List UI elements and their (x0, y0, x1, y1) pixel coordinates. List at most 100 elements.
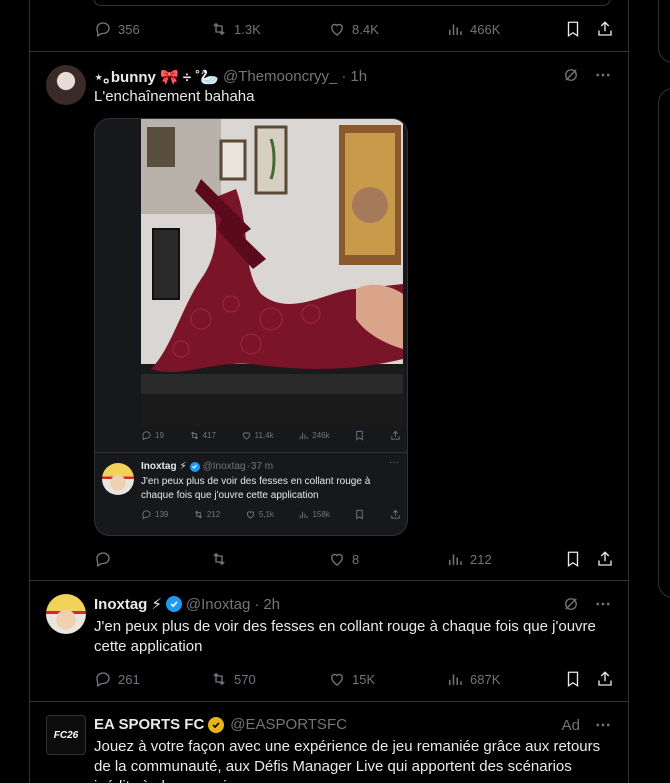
repost-icon (213, 672, 225, 686)
inner-dot: · (246, 461, 250, 472)
media-photo[interactable] (141, 119, 403, 427)
post-menu-area: Ad (562, 716, 612, 734)
inner-header: Inoxtag ⚡ @Inoxtag · 37 m (141, 461, 273, 472)
like-count: 8 (352, 551, 360, 567)
reply-icon (96, 672, 110, 687)
views-icon (449, 674, 462, 685)
bookmark-button[interactable] (564, 550, 582, 568)
like-button[interactable]: 8 (328, 550, 446, 568)
inner-avatar (102, 463, 134, 495)
views-icon (449, 554, 462, 565)
timeline-column: 356 1.3K 8.4K 466K ⋆｡bunny 🎀 ÷ ˚🦢 @Themo… (29, 0, 629, 783)
sidebar-panel-top (658, 0, 670, 63)
avatar[interactable]: FC26 (46, 715, 86, 755)
share-button[interactable] (596, 550, 614, 568)
views-button[interactable]: 466K (446, 20, 564, 38)
inner-share (390, 509, 401, 520)
display-name[interactable]: Inoxtag (94, 596, 147, 613)
share-icon (391, 509, 400, 519)
reply-icon (96, 552, 110, 567)
repost-button[interactable] (210, 550, 328, 568)
sidebar-panel-bottom (658, 88, 670, 598)
timestamp[interactable]: 1h (350, 68, 367, 85)
grok-icon[interactable] (562, 595, 580, 613)
grok-icon[interactable] (562, 66, 580, 84)
views-button[interactable]: 212 (446, 550, 564, 568)
repost-count: 1.3K (234, 21, 261, 37)
post-menu-area (562, 66, 612, 84)
user-handle[interactable]: @Themooncryy_ (223, 68, 337, 85)
more-icon[interactable] (594, 595, 612, 613)
post-bunny[interactable]: ⋆｡bunny 🎀 ÷ ˚🦢 @Themooncryy_ · 1h L'ench… (30, 52, 628, 581)
ad-label: Ad (561, 716, 580, 734)
inner-views: 158k (298, 509, 330, 520)
like-count: 15K (352, 671, 376, 687)
reply-button[interactable]: 356 (94, 20, 210, 38)
share-icon (598, 21, 612, 36)
media-screenshot[interactable]: 19 417 11,4k 246k Inoxtag ⚡ @Inoxtag · 3… (94, 118, 408, 536)
inner-display-name: Inoxtag (141, 461, 177, 472)
media-reply: 19 (141, 430, 164, 441)
bookmark-button[interactable] (564, 20, 582, 38)
media-bookmark (354, 430, 365, 441)
inner-like: 5,1k (245, 509, 274, 520)
post-text: Jouez à votre façon avec une expérience … (94, 738, 601, 783)
inner-verified-icon (189, 461, 200, 472)
views-icon (300, 511, 309, 519)
post-menu-area (562, 595, 612, 613)
inner-bookmark (354, 509, 365, 520)
views-count: 466K (470, 21, 501, 37)
inner-views-count: 158k (312, 510, 330, 519)
views-icon (300, 432, 308, 440)
more-icon[interactable] (594, 66, 612, 84)
post-header: ⋆｡bunny 🎀 ÷ ˚🦢 @Themooncryy_ · 1h (94, 66, 367, 87)
reply-icon (142, 510, 151, 520)
reply-count: 356 (118, 21, 140, 37)
heart-icon (246, 511, 254, 519)
inner-actions: 139 212 5,1k 158k (141, 509, 401, 520)
share-button[interactable] (596, 20, 614, 38)
reply-count: 261 (118, 671, 140, 687)
bookmark-icon (567, 671, 579, 688)
media-repost: 417 (189, 430, 216, 441)
repost-icon (213, 552, 225, 566)
share-icon (391, 430, 400, 440)
like-count: 8.4K (352, 21, 379, 37)
repost-button[interactable]: 1.3K (210, 20, 328, 38)
user-handle[interactable]: @EASPORTSFC (230, 716, 347, 733)
display-name[interactable]: ⋆｡bunny 🎀 ÷ ˚🦢 (94, 66, 219, 87)
reply-button[interactable]: 261 (94, 670, 210, 688)
inner-time: 37 m (250, 461, 274, 472)
more-icon[interactable] (594, 716, 612, 734)
share-icon (598, 551, 612, 566)
heart-icon (331, 23, 343, 36)
inner-text: J'en peux plus de voir des fesses en col… (141, 476, 371, 501)
photo-illustration (141, 119, 403, 427)
views-count: 212 (470, 551, 492, 567)
views-button[interactable]: 687K (446, 670, 564, 688)
avatar[interactable] (46, 65, 86, 105)
bookmark-button[interactable] (564, 670, 582, 688)
inner-more-icon: ··· (389, 457, 399, 468)
heart-icon (331, 673, 343, 686)
avatar[interactable] (46, 594, 86, 634)
heart-icon (331, 553, 343, 566)
verified-icon (165, 596, 182, 612)
previous-post[interactable]: 356 1.3K 8.4K 466K (30, 0, 628, 52)
post-inoxtag[interactable]: Inoxtag ⚡ @Inoxtag · 2h J'en peux plus d… (30, 581, 628, 702)
display-name[interactable]: EA SPORTS FC (94, 716, 204, 733)
repost-button[interactable]: 570 (210, 670, 328, 688)
reply-button[interactable] (94, 550, 210, 568)
bookmark-icon (356, 509, 364, 520)
views-icon (449, 24, 462, 35)
like-button[interactable]: 8.4K (328, 20, 446, 38)
separator-dot: · (341, 68, 347, 85)
like-button[interactable]: 15K (328, 670, 446, 688)
timestamp[interactable]: 2h (263, 596, 280, 613)
media-like: 11,4k (241, 430, 274, 441)
user-handle[interactable]: @Inoxtag (186, 596, 250, 613)
media-actions: 19 417 11,4k 246k (141, 430, 401, 441)
share-button[interactable] (596, 670, 614, 688)
repost-icon (194, 510, 202, 519)
post-ad-easportsfc[interactable]: FC26 EA SPORTS FC @EASPORTSFC Ad Jouez à… (30, 702, 628, 783)
